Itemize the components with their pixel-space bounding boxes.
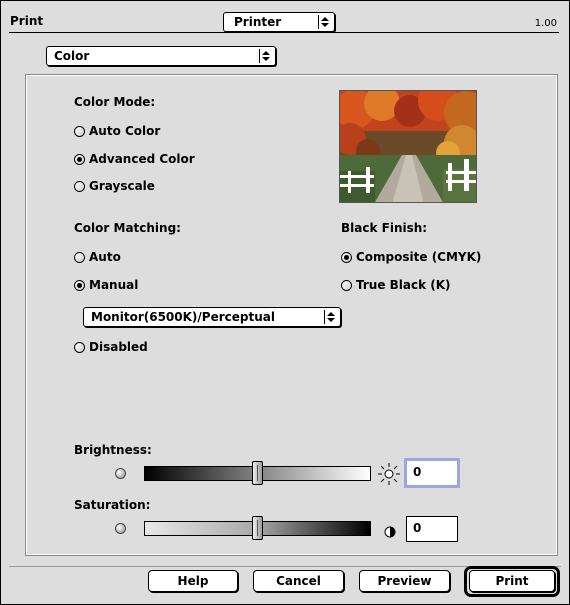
saturation-min-icon bbox=[115, 523, 126, 534]
radio-button-icon bbox=[341, 252, 352, 263]
autumn-road-photo bbox=[340, 91, 476, 202]
printer-popup-label: Printer bbox=[234, 15, 282, 29]
radio-button-icon bbox=[74, 280, 85, 291]
saturation-label: Saturation: bbox=[74, 498, 151, 512]
color-matching-label: Color Matching: bbox=[74, 221, 181, 235]
saturation-slider-thumb[interactable] bbox=[252, 516, 263, 540]
dialog-title: Print bbox=[10, 14, 44, 28]
help-button[interactable]: Help bbox=[148, 570, 238, 592]
updown-arrows-icon bbox=[259, 49, 272, 63]
print-button[interactable]: Print bbox=[469, 570, 555, 592]
brightness-label: Brightness: bbox=[74, 443, 152, 457]
preview-image bbox=[339, 90, 477, 203]
section-popup[interactable]: Color bbox=[46, 46, 276, 66]
section-popup-label: Color bbox=[54, 49, 90, 63]
radio-button-icon bbox=[341, 280, 352, 291]
saturation-value-field[interactable]: 0 bbox=[406, 516, 458, 542]
updown-arrows-icon bbox=[318, 15, 331, 29]
sun-icon bbox=[377, 462, 401, 490]
radio-button-icon bbox=[74, 252, 85, 263]
color-mode-label: Color Mode: bbox=[74, 95, 156, 109]
half-circle-icon bbox=[384, 523, 396, 542]
header-divider bbox=[9, 32, 559, 33]
printer-popup[interactable]: Printer bbox=[223, 12, 335, 32]
radio-button-icon bbox=[74, 342, 85, 353]
black-finish-label: Black Finish: bbox=[341, 221, 428, 235]
radio-button-icon bbox=[74, 126, 85, 137]
profile-popup-label: Monitor(6500K)/Perceptual bbox=[91, 310, 275, 324]
cancel-button[interactable]: Cancel bbox=[253, 570, 344, 592]
brightness-slider-thumb[interactable] bbox=[252, 461, 263, 485]
profile-popup[interactable]: Monitor(6500K)/Perceptual bbox=[83, 307, 341, 327]
radio-button-icon bbox=[74, 181, 85, 192]
print-dialog: Print Printer 1.00 Color Color Mode: Aut… bbox=[0, 0, 570, 605]
brightness-min-icon bbox=[115, 468, 126, 479]
brightness-value-field[interactable]: 0 bbox=[404, 458, 460, 488]
updown-arrows-icon bbox=[324, 310, 337, 324]
preview-button[interactable]: Preview bbox=[359, 570, 450, 592]
version-label: 1.00 bbox=[534, 18, 557, 29]
radio-button-icon bbox=[74, 154, 85, 165]
